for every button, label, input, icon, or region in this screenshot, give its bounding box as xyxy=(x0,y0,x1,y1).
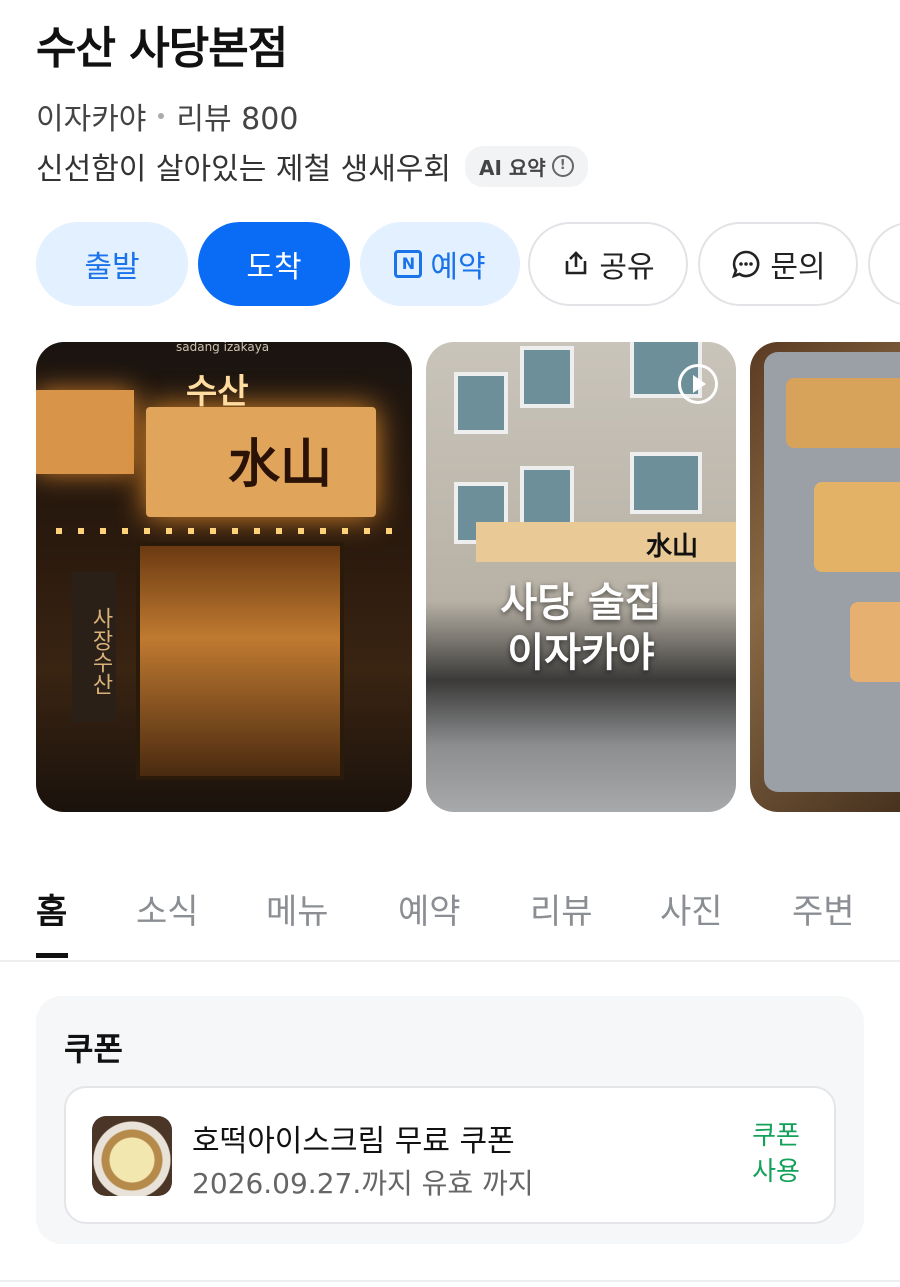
tab-bar: 홈 소식 메뉴 예약 리뷰 사진 주변 xyxy=(0,872,900,962)
food-item xyxy=(850,602,900,682)
share-label: 공유 xyxy=(599,250,655,285)
window xyxy=(520,466,574,528)
sign-text: 水山 xyxy=(228,434,333,495)
coupon-section: 쿠폰 호떡아이스크림 무료 쿠폰 2026.09.27.까지 유효 까지 쿠폰 … xyxy=(36,996,864,1244)
reserve-button[interactable]: N 예약 xyxy=(360,222,520,306)
separator-dot xyxy=(158,113,165,119)
depart-button[interactable]: 출발 xyxy=(36,222,188,306)
place-description: 신선함이 살아있는 제철 생새우회 AI 요약 ! xyxy=(36,144,588,188)
overlay-line-1: 사당 술집 xyxy=(500,580,662,626)
store-sub-text: sadang izakaya xyxy=(176,342,270,354)
description-text: 신선함이 살아있는 제철 생새우회 xyxy=(36,152,452,187)
divider xyxy=(0,1280,900,1282)
photo-storefront-day[interactable]: 水山 사당 술집 이자카야 xyxy=(426,342,736,812)
tab-nearby[interactable]: 주변 xyxy=(792,884,855,933)
share-button[interactable]: 공유 xyxy=(528,222,688,306)
info-icon[interactable]: ! xyxy=(551,155,574,177)
side-sign xyxy=(36,390,134,474)
inquiry-button[interactable]: 문의 xyxy=(698,222,858,306)
action-buttons: 출발 도착 N 예약 공유 문의 xyxy=(36,222,900,306)
tab-reviews[interactable]: 리뷰 xyxy=(530,884,593,933)
coupon-thumbnail xyxy=(92,1116,172,1196)
store-top-text: 수산 xyxy=(186,372,249,412)
photo-food-tray[interactable] xyxy=(750,342,900,812)
food-item xyxy=(814,482,900,572)
share-icon xyxy=(566,251,587,275)
photo-storefront-night[interactable]: 水山 수산 sadang izakaya 사장수산 xyxy=(36,342,412,812)
coupon-use-line-1: 쿠폰 xyxy=(752,1121,800,1151)
coupon-section-title: 쿠폰 xyxy=(64,1030,123,1068)
ai-summary-label: AI 요약 xyxy=(479,155,546,180)
tab-reservation[interactable]: 예약 xyxy=(398,884,461,933)
vertical-sign: 사장수산 xyxy=(72,572,116,722)
tab-news[interactable]: 소식 xyxy=(136,884,199,933)
coupon-use-button[interactable]: 쿠폰 사용 xyxy=(746,1118,806,1190)
window xyxy=(630,452,702,514)
window xyxy=(520,346,574,408)
food-item xyxy=(786,378,900,448)
inquiry-label: 문의 xyxy=(770,250,826,285)
coupon-name: 호떡아이스크림 무료 쿠폰 xyxy=(192,1124,515,1159)
naver-booking-icon: N xyxy=(394,250,423,278)
glass-door xyxy=(136,542,344,780)
string-lights xyxy=(56,528,396,534)
tab-menu[interactable]: 메뉴 xyxy=(266,884,329,933)
tab-home[interactable]: 홈 xyxy=(36,884,67,933)
active-tab-indicator xyxy=(36,953,68,958)
coupon-item[interactable]: 호떡아이스크림 무료 쿠폰 2026.09.27.까지 유효 까지 쿠폰 사용 xyxy=(64,1086,836,1224)
place-meta: 이자카야 리뷰 800 xyxy=(36,94,298,138)
play-video-icon[interactable] xyxy=(678,364,718,404)
shop-sign-text: 水山 xyxy=(646,532,699,562)
depart-label: 출발 xyxy=(84,250,140,285)
window xyxy=(454,372,508,434)
ai-summary-badge[interactable]: AI 요약 ! xyxy=(465,145,588,187)
place-title: 수산 사당본점 xyxy=(36,23,288,74)
tab-photos[interactable]: 사진 xyxy=(660,884,723,933)
overlay-line-2: 이자카야 xyxy=(507,630,655,676)
coupon-use-line-2: 사용 xyxy=(752,1157,800,1187)
review-count-link[interactable]: 리뷰 800 xyxy=(176,94,298,138)
photo-overlay-text: 사당 술집 이자카야 xyxy=(426,578,736,678)
arrive-button[interactable]: 도착 xyxy=(198,222,350,306)
chat-icon xyxy=(732,250,760,279)
arrive-label: 도착 xyxy=(246,250,302,285)
photo-gallery[interactable]: 水山 수산 sadang izakaya 사장수산 水山 사당 술집 이자카야 xyxy=(36,342,900,812)
coupon-valid-date: 2026.09.27.까지 유효 까지 xyxy=(192,1167,534,1200)
category-label: 이자카야 xyxy=(36,102,147,137)
reserve-label: 예약 xyxy=(430,250,486,285)
more-action-button[interactable] xyxy=(868,222,900,306)
